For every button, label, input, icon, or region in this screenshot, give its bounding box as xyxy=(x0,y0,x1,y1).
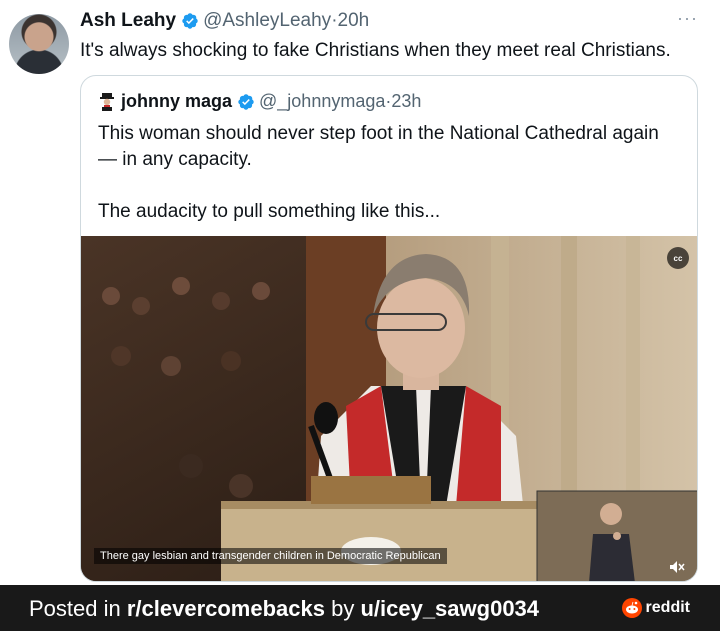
tweet-card: Ash Leahy @AshleyLeahy · 20h ··· It's al… xyxy=(0,0,720,585)
quote-timestamp[interactable]: 23h xyxy=(391,91,421,112)
quote-author-handle[interactable]: @_johnnymaga xyxy=(259,91,385,112)
quote-text: This woman should never step foot in the… xyxy=(98,123,659,222)
verified-badge-icon xyxy=(238,93,254,110)
tweet-text: It's always shocking to fake Christians … xyxy=(80,40,671,61)
author-avatar[interactable] xyxy=(9,14,69,74)
author-handle[interactable]: @AshleyLeahy xyxy=(203,10,331,32)
video-player[interactable]: cc There gay lesbian and transgender chi… xyxy=(81,236,697,581)
reddit-wordmark: reddit xyxy=(645,599,690,616)
posted-by: by xyxy=(324,596,361,621)
author-name[interactable]: Ash Leahy xyxy=(80,10,176,32)
reddit-footer-bar: Posted in r/clevercomebacks by u/icey_sa… xyxy=(0,585,720,631)
reddit-logo: reddit xyxy=(621,598,690,618)
video-frame xyxy=(81,236,697,581)
quote-author-avatar-icon[interactable] xyxy=(99,92,115,111)
tweet-header: Ash Leahy @AshleyLeahy · 20h xyxy=(80,10,369,32)
quote-header: johnny maga @_johnnymaga · 23h xyxy=(99,91,421,112)
posted-in-line: Posted in r/clevercomebacks by u/icey_sa… xyxy=(29,596,539,622)
subreddit-link[interactable]: r/clevercomebacks xyxy=(127,596,325,621)
closed-captions-button[interactable]: cc xyxy=(667,247,689,269)
quoted-tweet[interactable]: johnny maga @_johnnymaga · 23h This woma… xyxy=(80,75,698,582)
user-link[interactable]: u/icey_sawg0034 xyxy=(360,596,539,621)
speaker-muted-icon[interactable] xyxy=(669,560,685,577)
quote-author-name[interactable]: johnny maga xyxy=(121,91,232,112)
video-caption: There gay lesbian and transgender childr… xyxy=(94,548,447,564)
posted-prefix: Posted in xyxy=(29,596,127,621)
ellipsis-icon[interactable]: ··· xyxy=(677,8,698,29)
tweet-timestamp[interactable]: 20h xyxy=(338,10,370,32)
reddit-snoo-icon xyxy=(621,598,642,618)
verified-badge-icon xyxy=(182,13,198,29)
